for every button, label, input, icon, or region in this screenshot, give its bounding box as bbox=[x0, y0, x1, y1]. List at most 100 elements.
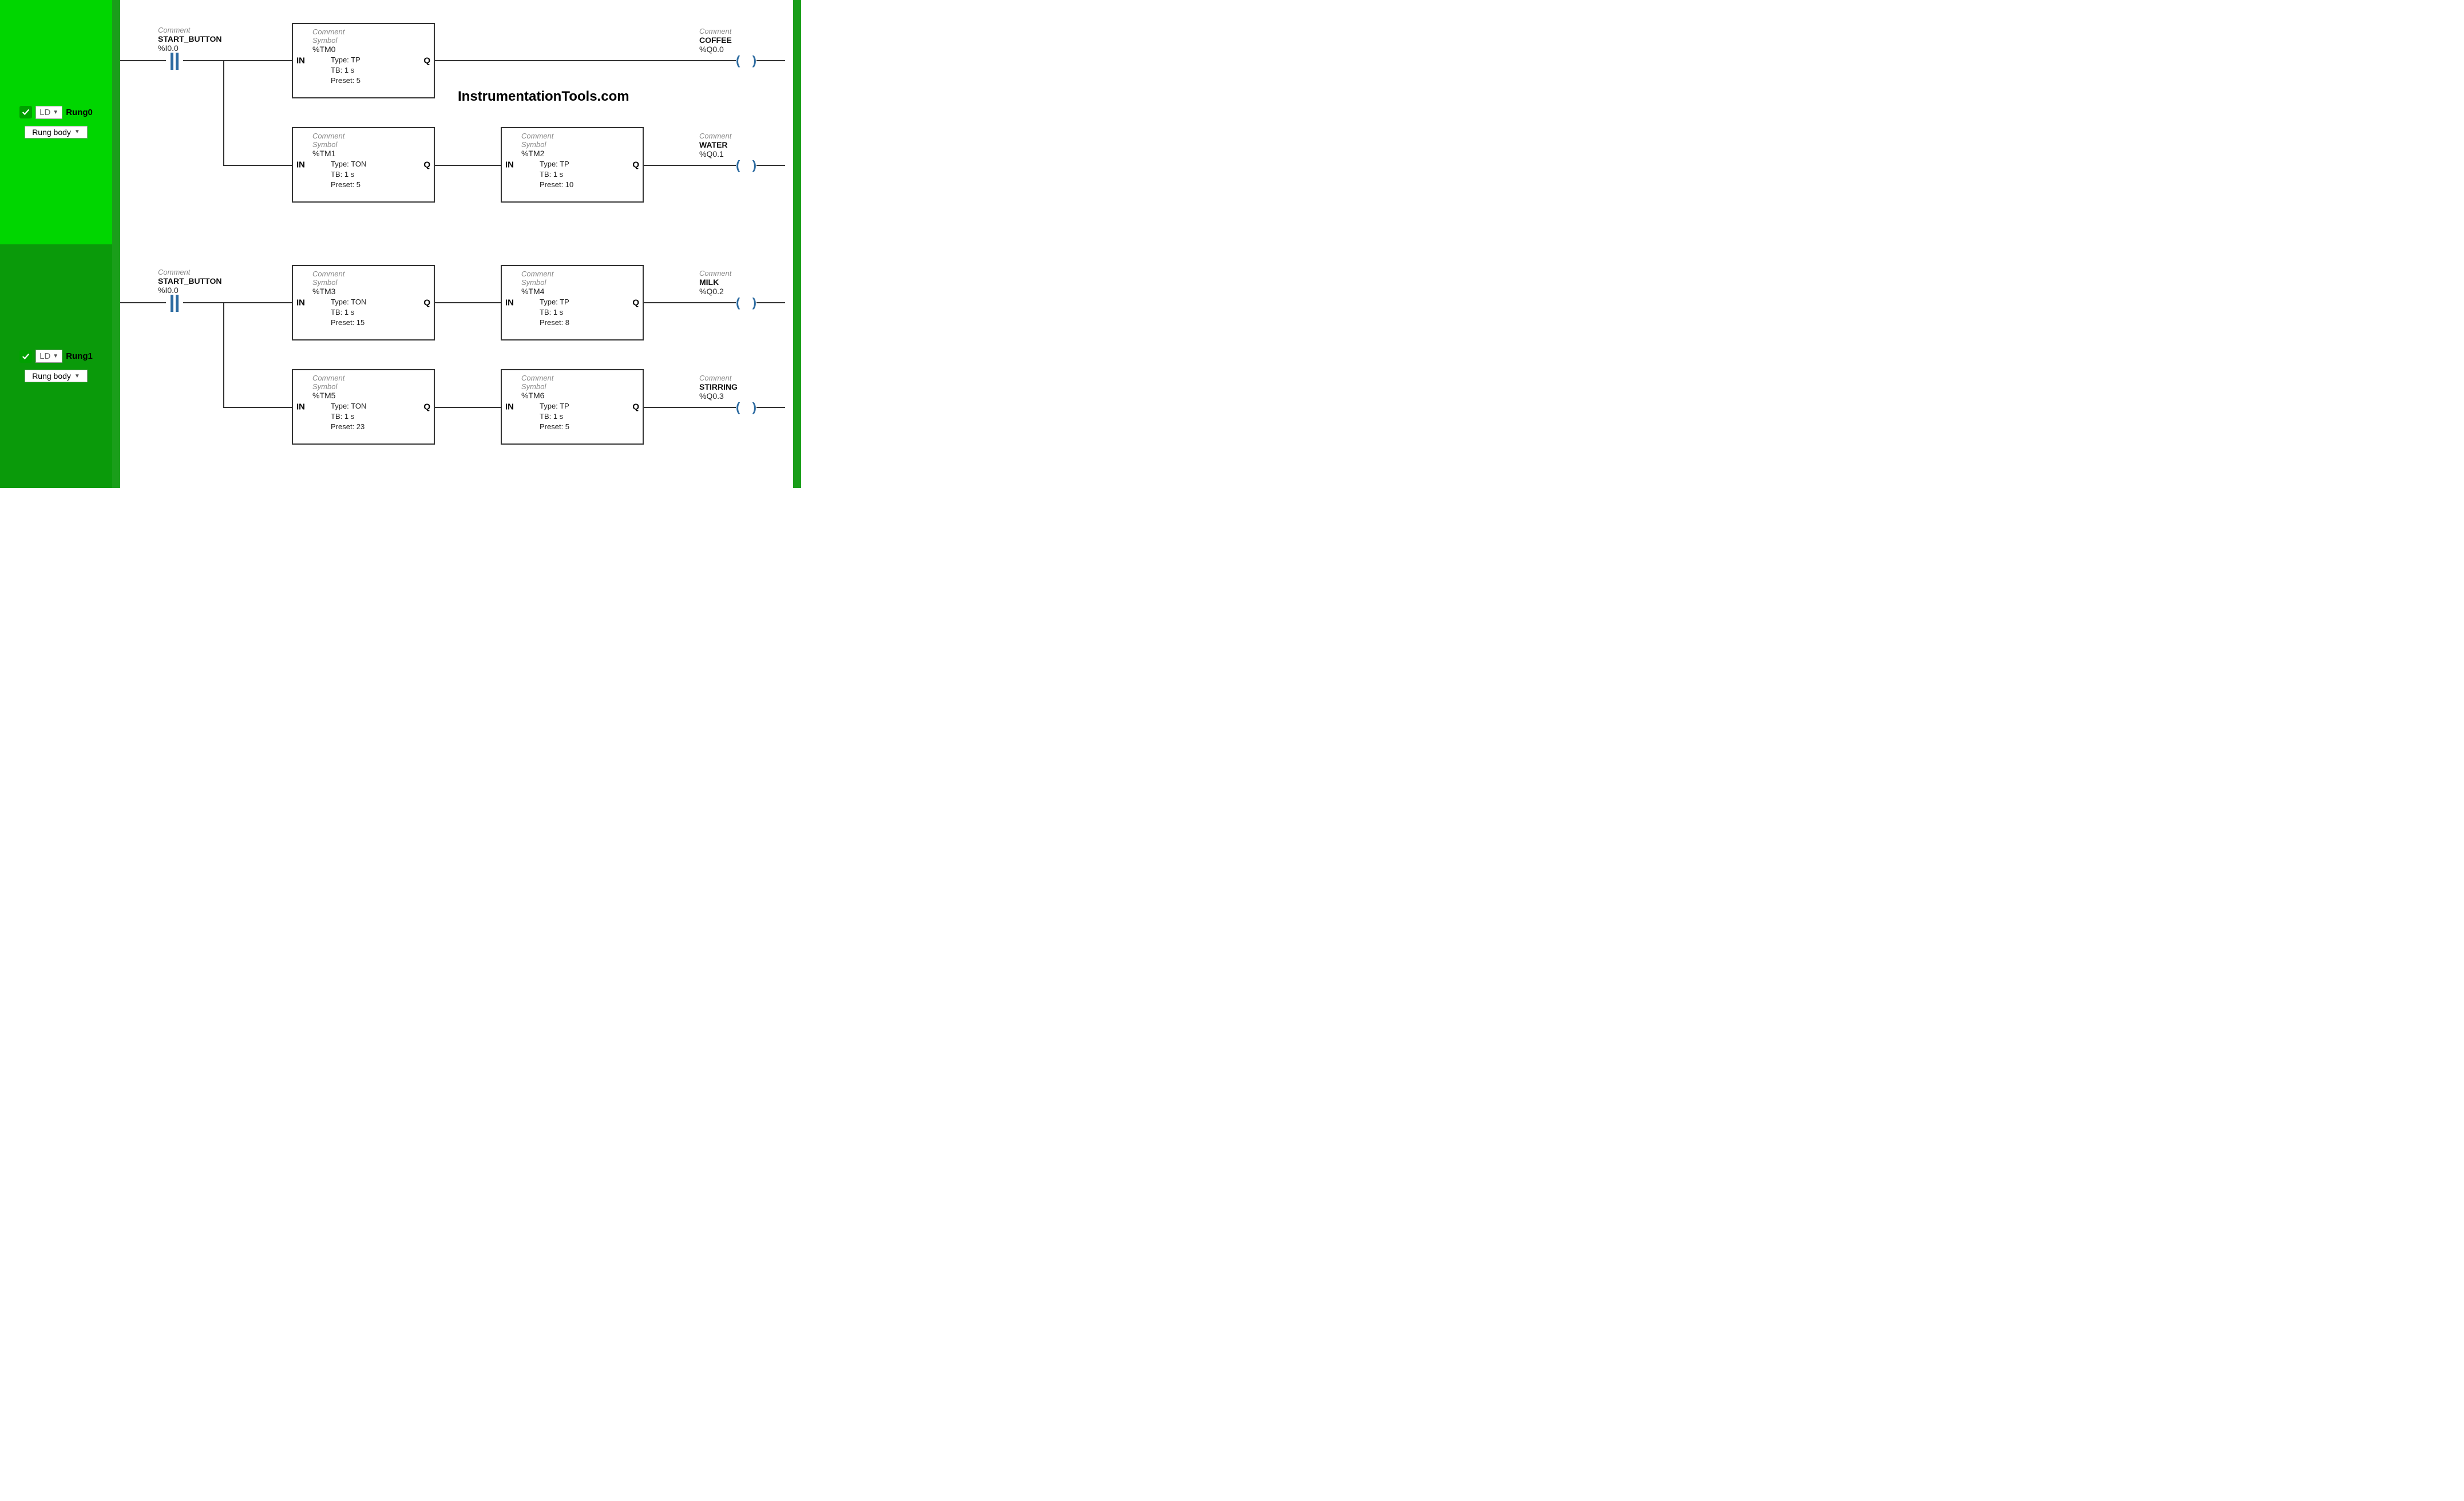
timer-tb: TB: 1 s bbox=[331, 411, 419, 422]
ladder-canvas[interactable]: InstrumentationTools.com Comment START_B… bbox=[120, 0, 793, 488]
power-rail-left bbox=[112, 0, 120, 488]
coil-symbol-name: MILK bbox=[699, 278, 768, 287]
timer-preset: Preset: 15 bbox=[331, 318, 419, 328]
wire bbox=[183, 60, 292, 61]
symbol-label: Symbol bbox=[521, 140, 628, 149]
comment-label: Comment bbox=[312, 132, 419, 140]
coil-icon: () bbox=[736, 401, 756, 414]
wire bbox=[435, 60, 736, 61]
wire bbox=[183, 302, 292, 303]
timer-type: Type: TP bbox=[540, 401, 628, 411]
timer-address: %TM6 bbox=[521, 391, 628, 400]
contact-symbol-name: START_BUTTON bbox=[158, 34, 249, 43]
comment-label: Comment bbox=[521, 374, 628, 382]
comment-label: Comment bbox=[312, 374, 419, 382]
contact-start-button[interactable]: Comment START_BUTTON %I0.0 bbox=[166, 53, 183, 70]
wire bbox=[644, 302, 736, 303]
timer-tb: TB: 1 s bbox=[540, 307, 628, 318]
timer-type: Type: TP bbox=[540, 159, 628, 169]
timer-address: %TM2 bbox=[521, 149, 628, 158]
timer-tm5[interactable]: IN Q Comment Symbol %TM5 Type: TON TB: 1… bbox=[292, 369, 435, 445]
wire bbox=[756, 407, 785, 408]
wire bbox=[120, 60, 166, 61]
timer-tm3[interactable]: IN Q Comment Symbol %TM3 Type: TON TB: 1… bbox=[292, 265, 435, 340]
coil-stirring[interactable]: Comment STIRRING %Q0.3 () bbox=[736, 401, 756, 414]
comment-label: Comment bbox=[521, 270, 628, 278]
rung-panel-1[interactable]: LD▼ Rung1 Rung body▼ bbox=[0, 244, 112, 489]
rung-sidebar: LD▼ Rung0 Rung body▼ LD▼ Rung1 Rung body… bbox=[0, 0, 112, 488]
q-port: Q bbox=[423, 160, 430, 170]
wire bbox=[120, 302, 166, 303]
timer-tb: TB: 1 s bbox=[331, 65, 419, 76]
timer-preset: Preset: 5 bbox=[331, 180, 419, 190]
wire bbox=[756, 165, 785, 166]
rung-header-0: LD▼ Rung0 bbox=[19, 106, 93, 119]
rung-panel-0[interactable]: LD▼ Rung0 Rung body▼ bbox=[0, 0, 112, 244]
rung-1: Comment START_BUTTON %I0.0 IN Q Comment … bbox=[120, 240, 793, 486]
timer-tm6[interactable]: IN Q Comment Symbol %TM6 Type: TP TB: 1 … bbox=[501, 369, 644, 445]
contact-start-button[interactable]: Comment START_BUTTON %I0.0 bbox=[166, 295, 183, 312]
timer-tb: TB: 1 s bbox=[540, 169, 628, 180]
timer-preset: Preset: 10 bbox=[540, 180, 628, 190]
coil-address: %Q0.3 bbox=[699, 391, 768, 401]
comment-label: Comment bbox=[312, 270, 419, 278]
coil-coffee[interactable]: Comment COFFEE %Q0.0 () bbox=[736, 54, 756, 68]
ladder-editor: LD▼ Rung0 Rung body▼ LD▼ Rung1 Rung body… bbox=[0, 0, 801, 488]
coil-milk[interactable]: Comment MILK %Q0.2 () bbox=[736, 296, 756, 310]
comment-label: Comment bbox=[699, 374, 768, 382]
in-port: IN bbox=[296, 160, 305, 170]
in-port: IN bbox=[505, 402, 514, 412]
timer-type: Type: TON bbox=[331, 159, 419, 169]
timer-preset: Preset: 5 bbox=[331, 76, 419, 86]
timer-preset: Preset: 5 bbox=[540, 422, 628, 432]
symbol-label: Symbol bbox=[521, 382, 628, 391]
no-contact-icon bbox=[166, 53, 183, 70]
rung-0: Comment START_BUTTON %I0.0 IN Q Comment … bbox=[120, 0, 793, 240]
chevron-down-icon: ▼ bbox=[53, 109, 58, 116]
timer-tm0[interactable]: IN Q Comment Symbol %TM0 Type: TP TB: 1 … bbox=[292, 23, 435, 98]
q-port: Q bbox=[423, 298, 430, 308]
comment-label: Comment bbox=[699, 132, 768, 140]
coil-water[interactable]: Comment WATER %Q0.1 () bbox=[736, 159, 756, 172]
comment-label: Comment bbox=[699, 27, 768, 35]
contact-address: %I0.0 bbox=[158, 286, 249, 295]
comment-label: Comment bbox=[312, 27, 419, 36]
chevron-down-icon: ▼ bbox=[74, 129, 80, 135]
timer-tb: TB: 1 s bbox=[331, 307, 419, 318]
chevron-down-icon: ▼ bbox=[74, 373, 80, 379]
timer-preset: Preset: 23 bbox=[331, 422, 419, 432]
wire bbox=[223, 407, 292, 408]
wire bbox=[223, 302, 224, 408]
q-port: Q bbox=[423, 402, 430, 412]
check-icon bbox=[19, 106, 32, 118]
q-port: Q bbox=[632, 402, 639, 412]
q-port: Q bbox=[632, 298, 639, 308]
comment-label: Comment bbox=[699, 269, 768, 278]
wire bbox=[223, 165, 292, 166]
rung-name: Rung1 bbox=[66, 351, 93, 361]
rung-body-select[interactable]: Rung body▼ bbox=[25, 370, 88, 382]
chevron-down-icon: ▼ bbox=[53, 353, 58, 359]
rung-body-select[interactable]: Rung body▼ bbox=[25, 126, 88, 138]
in-port: IN bbox=[296, 56, 305, 66]
timer-tm4[interactable]: IN Q Comment Symbol %TM4 Type: TP TB: 1 … bbox=[501, 265, 644, 340]
timer-type: Type: TP bbox=[331, 55, 419, 65]
coil-address: %Q0.1 bbox=[699, 149, 768, 159]
timer-type: Type: TP bbox=[540, 297, 628, 307]
timer-tm1[interactable]: IN Q Comment Symbol %TM1 Type: TON TB: 1… bbox=[292, 127, 435, 203]
wire bbox=[756, 60, 785, 61]
language-select[interactable]: LD▼ bbox=[35, 350, 62, 363]
coil-address: %Q0.2 bbox=[699, 287, 768, 296]
coil-icon: () bbox=[736, 159, 756, 172]
language-select[interactable]: LD▼ bbox=[35, 106, 62, 119]
symbol-label: Symbol bbox=[312, 36, 419, 45]
rung-header-1: LD▼ Rung1 bbox=[19, 350, 93, 363]
timer-type: Type: TON bbox=[331, 401, 419, 411]
timer-tm2[interactable]: IN Q Comment Symbol %TM2 Type: TP TB: 1 … bbox=[501, 127, 644, 203]
timer-tb: TB: 1 s bbox=[331, 169, 419, 180]
q-port: Q bbox=[423, 56, 430, 66]
in-port: IN bbox=[296, 402, 305, 412]
symbol-label: Symbol bbox=[312, 278, 419, 287]
contact-address: %I0.0 bbox=[158, 43, 249, 53]
coil-symbol-name: WATER bbox=[699, 140, 768, 149]
